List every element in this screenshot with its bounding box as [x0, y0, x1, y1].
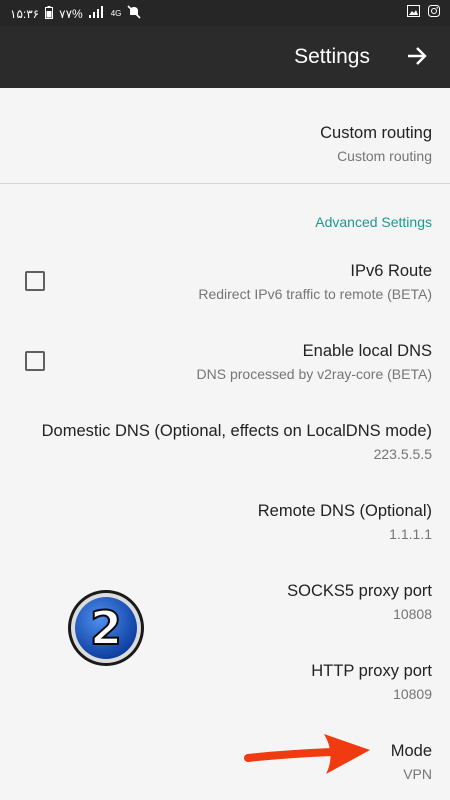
- category-advanced-settings: Advanced Settings: [315, 214, 432, 230]
- pref-custom-routing[interactable]: Custom routing Custom routing: [0, 108, 450, 178]
- settings-list: Custom routing Custom routing Advanced S…: [0, 88, 450, 800]
- pref-remote-dns[interactable]: Remote DNS (Optional) 1.1.1.1: [0, 486, 450, 556]
- status-time: ۱۵:۳۶: [10, 6, 40, 21]
- pref-summary: Custom routing: [337, 148, 432, 164]
- pref-title: Remote DNS (Optional): [257, 502, 432, 520]
- pref-summary: 1.1.1.1: [389, 526, 432, 542]
- annotation-arrow-icon: [244, 728, 374, 780]
- status-bar: ۱۵:۳۶ ۷۷% 4G: [0, 0, 450, 26]
- pref-title: HTTP proxy port: [311, 662, 432, 680]
- pref-summary: Redirect IPv6 traffic to remote (BETA): [198, 286, 432, 302]
- pref-enable-local-dns[interactable]: Enable local DNS DNS processed by v2ray-…: [0, 326, 450, 396]
- pref-ipv6-route[interactable]: IPv6 Route Redirect IPv6 traffic to remo…: [0, 246, 450, 316]
- pref-domestic-dns[interactable]: Domestic DNS (Optional, effects on Local…: [0, 406, 450, 476]
- ipv6-route-checkbox[interactable]: [25, 271, 45, 291]
- pref-title: Domestic DNS (Optional, effects on Local…: [41, 422, 432, 440]
- battery-icon: [45, 5, 54, 22]
- pref-summary: 10808: [393, 606, 432, 622]
- app-bar: Settings: [0, 26, 450, 88]
- status-right: [407, 5, 440, 20]
- local-dns-checkbox[interactable]: [25, 351, 45, 371]
- instagram-icon: [428, 5, 440, 20]
- network-type: 4G: [110, 9, 122, 18]
- mute-icon: [127, 5, 141, 22]
- section-divider: [0, 183, 450, 184]
- image-notification-icon: [407, 5, 420, 20]
- pref-summary: 10809: [393, 686, 432, 702]
- pref-title: IPv6 Route: [350, 262, 432, 280]
- page-title: Settings: [294, 45, 370, 68]
- battery-percent: ۷۷%: [59, 6, 83, 21]
- signal-icon: [88, 6, 105, 21]
- pref-summary: 223.5.5.5: [373, 446, 432, 462]
- pref-mode[interactable]: Mode VPN: [0, 726, 450, 796]
- pref-title: SOCKS5 proxy port: [287, 582, 432, 600]
- badge-number: 2: [90, 601, 122, 655]
- pref-title: Mode: [390, 742, 432, 760]
- status-left: ۱۵:۳۶ ۷۷% 4G: [10, 5, 141, 22]
- pref-title: Enable local DNS: [302, 342, 432, 360]
- pref-summary: VPN: [403, 766, 432, 782]
- pref-title: Custom routing: [320, 124, 432, 142]
- back-arrow-icon[interactable]: [404, 43, 430, 69]
- pref-summary: DNS processed by v2ray-core (BETA): [196, 366, 432, 382]
- step-number-badge: 2: [66, 588, 146, 668]
